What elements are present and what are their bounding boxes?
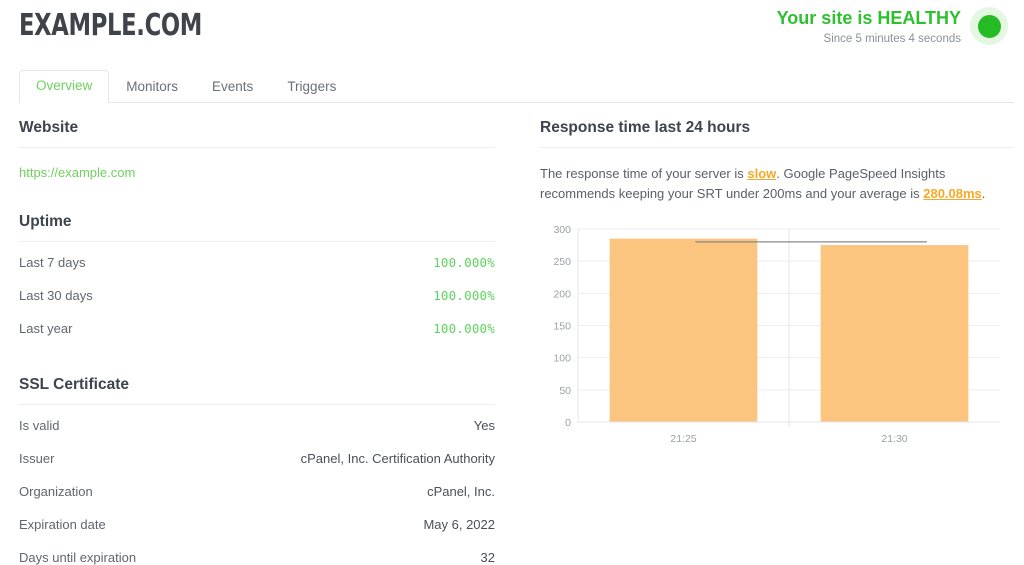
table-row: Issuer cPanel, Inc. Certification Author… — [19, 442, 495, 475]
ssl-section-heading: SSL Certificate — [19, 375, 495, 405]
desc-text-3: . — [982, 186, 986, 201]
page-title: EXAMPLE.COM — [19, 8, 202, 43]
dashboard-page: EXAMPLE.COM Your site is HEALTHY Since 5… — [0, 0, 1024, 565]
desc-text-1: The response time of your server is — [540, 166, 747, 181]
uptime-value: 100.000% — [433, 321, 495, 336]
website-url-link[interactable]: https://example.com — [19, 165, 135, 180]
status-dot-icon — [978, 15, 1001, 38]
response-section-heading: Response time last 24 hours — [540, 118, 1014, 148]
ssl-value: May 6, 2022 — [423, 517, 495, 532]
ssl-key: Expiration date — [19, 517, 106, 532]
ssl-key: Is valid — [19, 418, 59, 433]
average-response-link[interactable]: 280.08ms — [923, 186, 982, 201]
ssl-value: Yes — [474, 418, 495, 433]
tab-bar: Overview Monitors Events Triggers — [19, 71, 1014, 103]
uptime-list: Last 7 days 100.000% Last 30 days 100.00… — [19, 246, 495, 345]
website-url-row: https://example.com — [19, 148, 495, 182]
svg-text:250: 250 — [553, 256, 571, 268]
ssl-key: Organization — [19, 484, 93, 499]
table-row: Last 30 days 100.000% — [19, 279, 495, 312]
uptime-key: Last year — [19, 321, 72, 336]
page-header: EXAMPLE.COM Your site is HEALTHY Since 5… — [0, 0, 1024, 62]
uptime-value: 100.000% — [433, 288, 495, 303]
uptime-key: Last 7 days — [19, 255, 86, 270]
table-row: Organization cPanel, Inc. — [19, 475, 495, 508]
table-row: Days until expiration 32 — [19, 541, 495, 565]
tab-overview[interactable]: Overview — [19, 70, 109, 103]
status-text-group: Your site is HEALTHY Since 5 minutes 4 s… — [777, 6, 961, 47]
table-row: Last year 100.000% — [19, 312, 495, 345]
table-row: Last 7 days 100.000% — [19, 246, 495, 279]
right-column: Response time last 24 hours The response… — [540, 118, 1014, 456]
svg-text:21:25: 21:25 — [670, 433, 696, 445]
table-row: Expiration date May 6, 2022 — [19, 508, 495, 541]
uptime-value: 100.000% — [433, 255, 495, 270]
svg-text:300: 300 — [553, 224, 571, 236]
svg-text:0: 0 — [565, 417, 571, 429]
ssl-value: cPanel, Inc. — [427, 484, 495, 499]
svg-text:150: 150 — [553, 321, 571, 333]
ssl-value: 32 — [481, 550, 495, 565]
ssl-list: Is valid Yes Issuer cPanel, Inc. Certifi… — [19, 409, 495, 565]
website-section-heading: Website — [19, 118, 495, 148]
table-row: Is valid Yes — [19, 409, 495, 442]
left-column: Website https://example.com Uptime Last … — [19, 118, 495, 565]
response-time-chart[interactable]: 0 50 100 150 200 250 300 21:25 21:30 — [540, 221, 1014, 456]
status-since-label: Since 5 minutes 4 seconds — [777, 31, 961, 47]
ssl-key: Days until expiration — [19, 550, 136, 565]
uptime-key: Last 30 days — [19, 288, 93, 303]
status-badge: Your site is HEALTHY Since 5 minutes 4 s… — [777, 6, 1008, 47]
response-time-bar-chart: 0 50 100 150 200 250 300 21:25 21:30 — [540, 221, 1014, 456]
ssl-value: cPanel, Inc. Certification Authority — [301, 451, 495, 466]
status-headline: Your site is HEALTHY — [777, 7, 961, 29]
svg-text:200: 200 — [553, 288, 571, 300]
ssl-key: Issuer — [19, 451, 54, 466]
svg-text:21:30: 21:30 — [881, 433, 907, 445]
response-description: The response time of your server is slow… — [540, 164, 1006, 204]
tab-monitors[interactable]: Monitors — [109, 71, 195, 103]
tab-events[interactable]: Events — [195, 71, 270, 103]
uptime-section-heading: Uptime — [19, 212, 495, 242]
slow-link[interactable]: slow — [747, 166, 776, 181]
status-indicator-halo — [970, 7, 1008, 45]
tab-triggers[interactable]: Triggers — [270, 71, 353, 103]
svg-text:100: 100 — [553, 353, 571, 365]
svg-text:50: 50 — [559, 385, 571, 397]
